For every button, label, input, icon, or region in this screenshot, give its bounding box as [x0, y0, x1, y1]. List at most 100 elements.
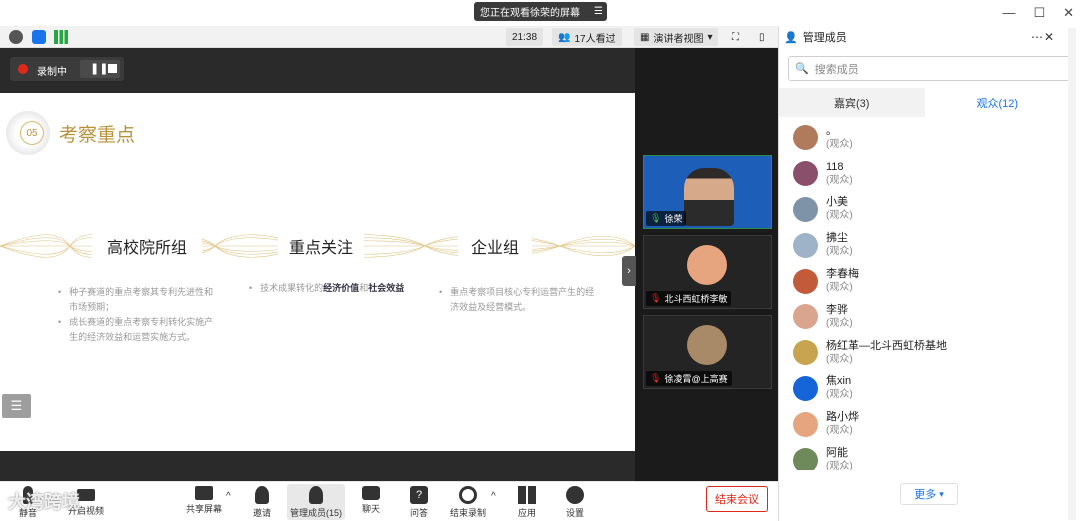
fullscreen-icon[interactable]: ⛶: [726, 28, 745, 46]
mic-muted-icon: 🎙: [650, 293, 662, 303]
chevron-down-icon: ▾: [939, 488, 944, 499]
bullet-item: • 成长赛道的重点考察专利转化实施产生的经济效益和运营实施方式。: [58, 317, 214, 342]
people-icon: 👥: [558, 31, 571, 43]
banner-menu-icon[interactable]: ☰: [594, 6, 603, 17]
meeting-info-bar: 21:38 👥 17人看过 ▦ 演讲者视图 ▾ ⛶ ▯: [0, 26, 778, 48]
member-name: 118: [826, 160, 844, 173]
slide-list-icon[interactable]: ☰: [2, 394, 31, 418]
member-name: 阿能: [826, 447, 848, 460]
member-role: (观众): [826, 282, 853, 294]
record-options-chevron-icon[interactable]: ^: [491, 491, 496, 502]
invite-button[interactable]: 邀请: [240, 484, 284, 520]
view-mode-select[interactable]: ▦ 演讲者视图 ▾: [634, 28, 719, 46]
member-item[interactable]: 杨红革—北斗西虹桥基地 (观众): [788, 335, 1058, 371]
apps-button[interactable]: 应用: [505, 484, 549, 520]
member-list: 。 (观众) 118 (观众) 小美 (观众) 拂尘 (观众) 李春梅 (观众) 李骅 (观众) 杨红革…: [788, 120, 1058, 470]
member-name: 焦xin: [826, 375, 852, 388]
share-options-chevron-icon[interactable]: ^: [226, 491, 231, 502]
settings-button[interactable]: 设置: [553, 484, 597, 520]
stop-record-icon: [459, 486, 477, 504]
sidebar-toggle-icon[interactable]: ▯: [753, 28, 771, 46]
enterprise-bullets: • 重点考察项目核心专利运营产生的经济效益及经营模式。: [439, 287, 595, 312]
member-name: 杨红革—北斗西虹桥基地: [826, 339, 947, 352]
question-icon: ?: [410, 486, 428, 504]
university-bullets: • 种子赛道的重点考察其专利先进性和市场预期； • 成长赛道的重点考察专利转化实施产…: [58, 285, 218, 345]
search-icon: 🔍: [795, 63, 809, 75]
avatar: [687, 245, 727, 285]
member-role: (观众): [826, 317, 853, 329]
column-title-enterprise: 企业组: [458, 234, 532, 258]
grid-icon: ▦: [640, 31, 650, 43]
column-title-focus: 重点关注: [278, 234, 364, 258]
record-dot-icon: [18, 64, 28, 74]
video-name-tag: 🎙 北斗西虹桥李敏: [646, 291, 732, 306]
pause-icon[interactable]: ❚❚: [90, 62, 108, 75]
member-role: (观众): [826, 353, 853, 365]
meeting-toolbar: 静音 开启视频 共享屏幕 ^ 邀请 管理成员(15) 聊天 ? 问答 结束录制 …: [0, 481, 778, 521]
panel-title: 管理成员: [802, 32, 847, 44]
info-icon[interactable]: [9, 30, 23, 44]
bullet-item: • 种子赛道的重点考察其专利先进性和市场预期；: [58, 287, 214, 312]
tab-audience[interactable]: 观众(12): [924, 88, 1070, 117]
shield-icon[interactable]: [32, 30, 46, 44]
member-item[interactable]: 小美 (观众): [788, 192, 1058, 228]
member-name: 小美: [826, 196, 848, 209]
share-screen-button[interactable]: 共享屏幕: [182, 484, 226, 520]
manage-members-button[interactable]: 管理成员(15): [287, 484, 345, 520]
end-recording-button[interactable]: 结束录制: [446, 484, 490, 520]
member-search-input[interactable]: 🔍 搜索成员: [788, 56, 1070, 81]
maximize-icon[interactable]: ☐: [1033, 5, 1045, 21]
banner-text: 您正在观看徐荣的屏幕: [480, 8, 580, 19]
apps-grid-icon: [518, 486, 536, 504]
member-item[interactable]: 118 (观众): [788, 156, 1058, 192]
member-item[interactable]: 路小烨 (观众): [788, 406, 1058, 442]
video-tile[interactable]: 🎙 徐凌霄@上高赛: [643, 315, 772, 389]
member-item[interactable]: 焦xin (观众): [788, 371, 1058, 407]
member-item[interactable]: 阿能 (观众): [788, 442, 1058, 470]
collapse-videos-icon[interactable]: ›: [622, 256, 636, 286]
avatar: [793, 447, 818, 470]
gear-icon: [566, 486, 584, 504]
avatar: [793, 268, 818, 294]
more-members-button[interactable]: 更多 ▾: [900, 483, 958, 505]
tab-guests[interactable]: 嘉宾(3): [779, 88, 925, 117]
chat-button[interactable]: 聊天: [349, 484, 393, 520]
speaker-video: [684, 168, 734, 226]
share-screen-icon: [195, 486, 213, 500]
slide-number: 05: [20, 121, 44, 145]
more-options-icon[interactable]: ⋯: [1031, 30, 1043, 44]
window-controls: — ☐ ✕: [1002, 5, 1074, 21]
screen-share-banner: 您正在观看徐荣的屏幕 ☰: [474, 2, 607, 21]
member-role: (观众): [826, 210, 853, 222]
slide-heading: 考察重点: [59, 125, 136, 146]
close-panel-icon[interactable]: ✕: [1044, 30, 1054, 44]
stop-icon[interactable]: [108, 64, 117, 73]
member-name: 路小烨: [826, 411, 859, 424]
qa-button[interactable]: ? 问答: [397, 484, 441, 520]
chat-icon: [362, 486, 380, 500]
add-user-icon: [255, 486, 269, 504]
member-item[interactable]: 李春梅 (观众): [788, 263, 1058, 299]
member-item[interactable]: 。 (观众): [788, 120, 1058, 156]
mic-icon: 🎙: [650, 213, 662, 223]
recording-indicator: 录制中 ❚❚: [10, 57, 124, 81]
member-role: (观众): [826, 174, 853, 186]
video-tile[interactable]: 🎙 徐荣: [643, 155, 772, 229]
member-item[interactable]: 李骅 (观众): [788, 299, 1058, 335]
minimize-icon[interactable]: —: [1002, 5, 1015, 21]
avatar: [793, 232, 818, 258]
member-item[interactable]: 拂尘 (观众): [788, 227, 1058, 263]
shared-slide: 05 考察重点 高校院所组 重点关注 企业组 • 种子赛道的重点考察其专利先进性和…: [0, 93, 635, 451]
video-tile[interactable]: 🎙 北斗西虹桥李敏: [643, 235, 772, 309]
end-meeting-button[interactable]: 结束会议: [706, 486, 768, 512]
close-window-icon[interactable]: ✕: [1063, 5, 1074, 21]
viewer-count[interactable]: 👥 17人看过: [552, 28, 622, 46]
panel-header: 👤 管理成员: [778, 26, 1058, 48]
signal-icon[interactable]: [54, 30, 68, 44]
panel-scrollbar[interactable]: [1068, 28, 1076, 520]
avatar: [793, 161, 818, 187]
recording-label: 录制中: [37, 67, 67, 78]
meeting-timer: 21:38: [506, 28, 544, 46]
avatar: [793, 375, 818, 401]
avatar: [793, 125, 818, 151]
